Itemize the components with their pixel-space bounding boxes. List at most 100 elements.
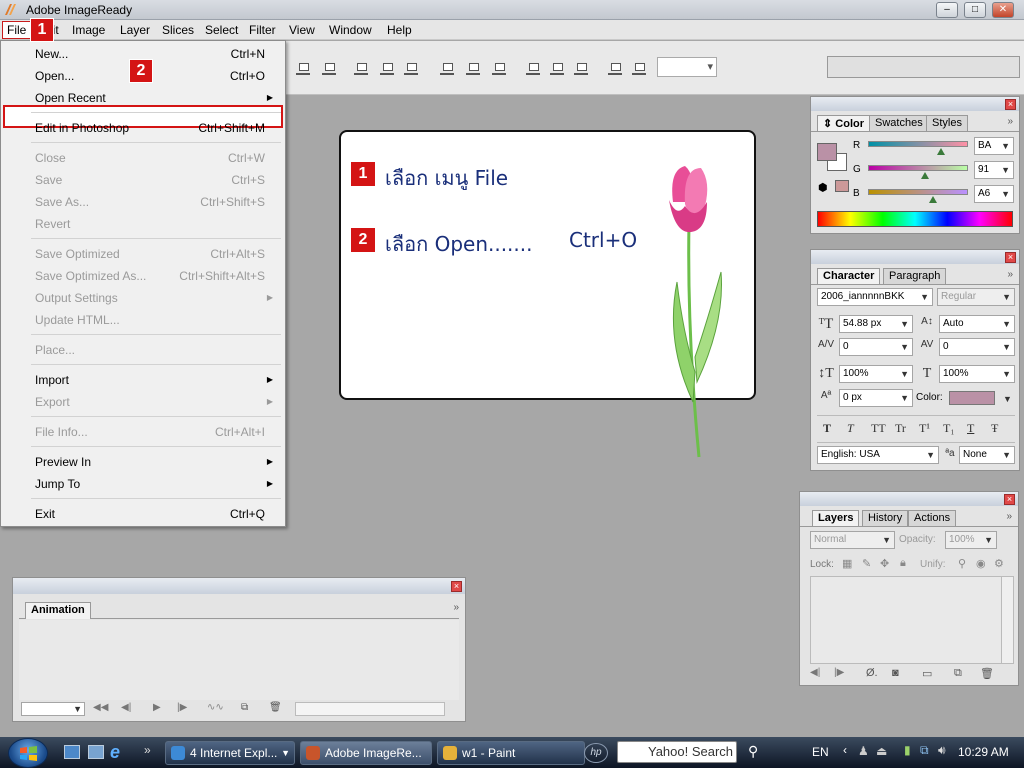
tray-battery-icon[interactable]: ▮ <box>904 743 911 757</box>
tween-icon[interactable]: ∿∿ <box>207 702 224 713</box>
strikethrough-button[interactable]: Ŧ <box>991 421 998 436</box>
align-bottom-icon[interactable] <box>354 61 368 75</box>
rewind-icon[interactable]: ◀◀ <box>93 702 108 713</box>
ie-quicklaunch-icon[interactable]: e <box>110 742 120 763</box>
language-indicator[interactable]: EN <box>812 745 829 759</box>
taskbar-button-paint[interactable]: w1 - Paint <box>437 741 585 765</box>
distribute-left-icon[interactable] <box>526 61 540 75</box>
superscript-button[interactable]: T¹ <box>919 421 930 436</box>
menu-window[interactable]: Window <box>325 22 376 38</box>
maximize-button[interactable]: □ <box>964 2 986 18</box>
faux-bold-button[interactable]: T <box>823 421 831 436</box>
show-desktop-icon[interactable] <box>64 745 80 759</box>
palette-header[interactable]: × <box>800 492 1018 506</box>
align-hcenter-icon[interactable] <box>404 61 418 75</box>
lock-position-icon[interactable]: ✥ <box>880 557 889 570</box>
align-left-icon[interactable] <box>380 61 394 75</box>
channel-g-thumb[interactable] <box>921 172 929 179</box>
underline-button[interactable]: T <box>967 421 974 436</box>
new-layer-icon[interactable]: ⧉ <box>954 667 962 680</box>
align-edges-icon[interactable] <box>632 61 646 75</box>
antialias-select[interactable]: None ▼ <box>959 446 1015 464</box>
menu-help[interactable]: Help <box>383 22 416 38</box>
menu-item-open[interactable]: Open... Ctrl+O <box>35 66 279 86</box>
menu-item-open-recent[interactable]: Open Recent ▶ <box>35 88 279 108</box>
web-color-swatch[interactable] <box>835 180 849 192</box>
quicklaunch-overflow-icon[interactable]: » <box>144 743 151 757</box>
text-color-swatch[interactable] <box>949 391 995 405</box>
channel-r-thumb[interactable] <box>937 148 945 155</box>
web-color-cube-icon[interactable]: ⬢ <box>818 181 828 194</box>
foreground-color-swatch[interactable] <box>817 143 837 161</box>
tray-user-icon[interactable]: ♟ <box>858 744 869 758</box>
menu-layer[interactable]: Layer <box>116 22 154 38</box>
align-top-icon[interactable] <box>296 61 310 75</box>
baseline-shift-field[interactable]: 0 px ▼ <box>839 389 913 407</box>
palette-header[interactable]: × <box>811 97 1019 111</box>
menu-item-new[interactable]: New... Ctrl+N <box>35 44 279 64</box>
tab-swatches[interactable]: Swatches <box>869 115 929 131</box>
menu-item-jump-to[interactable]: Jump To ▶ <box>35 474 279 494</box>
distribute-top-icon[interactable] <box>440 61 454 75</box>
channel-g-field[interactable]: 91 ▼ <box>974 161 1014 179</box>
font-family-select[interactable]: 2006_iannnnnBKK ▼ <box>817 288 933 306</box>
menu-slices[interactable]: Slices <box>158 22 198 38</box>
next-frame-icon[interactable]: |▶ <box>177 702 187 713</box>
vertical-scale-field[interactable]: 100% ▼ <box>839 365 913 383</box>
menu-view[interactable]: View <box>285 22 319 38</box>
distribute-bottom-icon[interactable] <box>492 61 506 75</box>
menu-item-edit-in-photoshop[interactable]: Edit in Photoshop Ctrl+Shift+M <box>35 118 279 138</box>
font-size-field[interactable]: 54.88 px ▼ <box>839 315 913 333</box>
start-button[interactable] <box>8 738 48 768</box>
kerning-field[interactable]: 0 ▼ <box>839 338 913 356</box>
distribute-hcenter-icon[interactable] <box>550 61 564 75</box>
align-to-select[interactable] <box>657 57 717 77</box>
lock-transparency-icon[interactable]: ▦ <box>842 557 852 570</box>
menu-item-preview-in[interactable]: Preview In ▶ <box>35 452 279 472</box>
color-ramp[interactable] <box>817 211 1013 227</box>
font-style-select[interactable]: Regular ▼ <box>937 288 1015 306</box>
new-layer-set-icon[interactable]: ▭ <box>922 667 932 680</box>
palette-menu-icon[interactable]: » <box>1006 511 1012 522</box>
small-caps-button[interactable]: Tr <box>895 421 906 436</box>
tray-safely-remove-icon[interactable]: ⏏ <box>876 744 887 758</box>
unify-visibility-icon[interactable]: ◉ <box>976 557 986 570</box>
clock[interactable]: 10:29 AM <box>958 745 1009 759</box>
language-select[interactable]: English: USA ▼ <box>817 446 939 464</box>
blend-mode-select[interactable]: Normal ▼ <box>810 531 895 549</box>
channel-r-field[interactable]: BA ▼ <box>974 137 1014 155</box>
taskbar-button-ie[interactable]: 4 Internet Expl... ▼ <box>165 741 295 765</box>
palette-menu-icon[interactable]: » <box>1007 269 1013 280</box>
tab-layers[interactable]: Layers <box>812 510 860 526</box>
align-vcenter-icon[interactable] <box>322 61 336 75</box>
trash-icon[interactable]: 🗑︎ <box>269 702 282 713</box>
channel-b-slider[interactable] <box>868 189 968 195</box>
lock-all-icon[interactable]: 🔒︎ <box>900 557 906 570</box>
opacity-field[interactable]: 100% ▼ <box>945 531 997 549</box>
previous-frame-icon[interactable]: ◀| <box>810 667 820 678</box>
menu-filter[interactable]: Filter <box>245 22 280 38</box>
tray-network-icon[interactable]: ⧉ <box>920 743 929 758</box>
palette-close-icon[interactable]: × <box>1004 494 1015 505</box>
unify-position-icon[interactable]: ⚲ <box>958 557 966 570</box>
tab-paragraph[interactable]: Paragraph <box>883 268 947 284</box>
palette-menu-icon[interactable]: » <box>453 602 459 613</box>
channel-b-field[interactable]: A6 ▼ <box>974 185 1014 203</box>
tab-styles[interactable]: Styles <box>926 115 968 131</box>
play-icon[interactable]: ▶ <box>153 702 161 713</box>
yahoo-search-input[interactable]: Yahoo! Search <box>617 741 737 763</box>
channel-b-thumb[interactable] <box>929 196 937 203</box>
channel-r-slider[interactable] <box>868 141 968 147</box>
palette-close-icon[interactable]: × <box>1005 99 1016 110</box>
tab-actions[interactable]: Actions <box>908 510 957 526</box>
minimize-button[interactable]: – <box>936 2 958 18</box>
tracking-field[interactable]: 0 ▼ <box>939 338 1015 356</box>
tab-history[interactable]: History <box>862 510 909 526</box>
previous-frame-icon[interactable]: ◀| <box>121 702 131 713</box>
palette-header[interactable]: × <box>13 578 465 594</box>
chevron-down-icon[interactable]: ▼ <box>1003 394 1012 404</box>
all-caps-button[interactable]: TT <box>871 421 886 436</box>
close-button[interactable]: ✕ <box>992 2 1014 18</box>
distribute-vcenter-icon[interactable] <box>466 61 480 75</box>
unify-style-icon[interactable]: ⚙ <box>994 557 1004 570</box>
